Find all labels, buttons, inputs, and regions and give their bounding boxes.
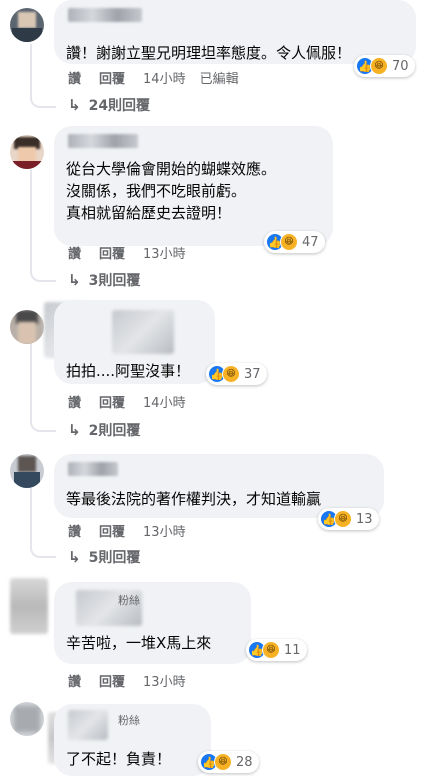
reaction-count: 47: [302, 234, 319, 250]
replies-count: 2則回覆: [88, 423, 141, 439]
reply-button[interactable]: 回覆: [99, 392, 125, 411]
reaction-summary[interactable]: 👍 😆 13: [318, 508, 379, 530]
comment-bubble: 粉絲 了不起！負責！: [54, 704, 211, 776]
thread-connector: [30, 544, 56, 558]
avatar[interactable]: [10, 135, 44, 169]
avatar[interactable]: [10, 310, 44, 344]
reaction-count: 28: [236, 754, 253, 770]
reaction-summary[interactable]: 👍 😆 28: [198, 751, 259, 773]
reply-arrow-icon: ↳: [68, 421, 81, 439]
timestamp[interactable]: 13小時: [143, 671, 186, 690]
avatar[interactable]: [10, 8, 44, 42]
reaction-summary[interactable]: 👍 😆 11: [246, 639, 307, 661]
view-replies-link[interactable]: ↳ 5則回覆: [68, 547, 140, 567]
reply-arrow-icon: ↳: [68, 271, 81, 289]
comment-text: 讚！謝謝立聖兄明理坦率態度。令人佩服！: [66, 44, 352, 62]
like-button[interactable]: 讚: [68, 68, 81, 87]
like-button[interactable]: 讚: [68, 392, 81, 411]
comment-text: 真相就留給歷史去證明！: [66, 204, 232, 222]
like-button[interactable]: 讚: [68, 521, 81, 540]
like-button[interactable]: 讚: [68, 671, 81, 690]
edited-label[interactable]: 已編輯: [200, 68, 239, 87]
commenter-name[interactable]: [68, 8, 142, 22]
avatar[interactable]: [10, 578, 48, 634]
reaction-count: 70: [392, 58, 409, 74]
timestamp[interactable]: 14小時: [143, 392, 186, 411]
comment-text: 沒關係，我們不吃眼前虧。: [66, 182, 247, 200]
reaction-count: 37: [244, 366, 261, 382]
reply-button[interactable]: 回覆: [99, 521, 125, 540]
laughing-face-icon: 😆: [262, 641, 280, 659]
comment-bubble: 拍拍....阿聖沒事！: [54, 300, 215, 384]
comment-actions: 讚 回覆 13小時: [68, 243, 200, 262]
view-replies-link[interactable]: ↳ 3則回覆: [68, 270, 140, 290]
comment-actions: 讚 回覆 13小時: [68, 671, 200, 690]
timestamp[interactable]: 13小時: [143, 243, 186, 262]
timestamp[interactable]: 13小時: [143, 521, 186, 540]
reaction-summary[interactable]: 👍 😆 37: [206, 363, 267, 385]
thread-line: [30, 44, 32, 100]
thread-line: [30, 340, 32, 424]
replies-count: 3則回覆: [88, 273, 141, 289]
thread-line: [30, 488, 32, 550]
comment-text: 等最後法院的著作權判決，才知道輸贏: [66, 490, 322, 508]
comment-text: 從台大學倫會開始的蝴蝶效應。: [66, 160, 277, 178]
reaction-count: 13: [356, 511, 373, 527]
reaction-summary[interactable]: 👍 😆 70: [354, 55, 415, 77]
comment-actions: 讚 回覆 14小時: [68, 392, 200, 411]
replies-count: 24則回覆: [88, 98, 151, 114]
like-button[interactable]: 讚: [68, 243, 81, 262]
fan-badge: 粉絲: [118, 714, 140, 727]
avatar[interactable]: [10, 702, 44, 736]
commenter-name[interactable]: [68, 134, 138, 148]
comment-actions: 讚 回覆 14小時 已編輯: [68, 68, 239, 87]
laughing-face-icon: 😆: [334, 510, 352, 528]
timestamp[interactable]: 14小時: [143, 68, 186, 87]
reply-arrow-icon: ↳: [68, 96, 81, 114]
avatar[interactable]: [10, 454, 44, 488]
reply-button[interactable]: 回覆: [99, 671, 125, 690]
view-replies-link[interactable]: ↳ 24則回覆: [68, 95, 150, 115]
reply-button[interactable]: 回覆: [99, 243, 125, 262]
fan-badge: 粉絲: [118, 594, 140, 607]
comment-text: 辛苦啦，一堆X馬上來: [66, 634, 212, 652]
reply-button[interactable]: 回覆: [99, 68, 125, 87]
reply-arrow-icon: ↳: [68, 548, 81, 566]
thread-connector: [30, 268, 56, 282]
laughing-face-icon: 😆: [222, 365, 240, 383]
comment-bubble: 從台大學倫會開始的蝴蝶效應。 沒關係，我們不吃眼前虧。 真相就留給歷史去證明！: [54, 126, 333, 246]
laughing-face-icon: 😆: [214, 753, 232, 771]
comment-actions: 讚 回覆 13小時: [68, 521, 200, 540]
comment-text: 拍拍....阿聖沒事！: [66, 362, 191, 380]
commenter-name[interactable]: [68, 462, 118, 476]
laughing-face-icon: 😆: [280, 233, 298, 251]
laughing-face-icon: 😆: [370, 57, 388, 75]
thread-connector: [30, 94, 56, 108]
thread-line: [30, 170, 32, 274]
reaction-count: 11: [284, 642, 301, 658]
thread-connector: [30, 418, 56, 432]
comment-text: 了不起！負責！: [66, 750, 172, 768]
comment-bubble: 粉絲 辛苦啦，一堆X馬上來: [54, 582, 251, 664]
reaction-summary[interactable]: 👍 😆 47: [264, 231, 325, 253]
view-replies-link[interactable]: ↳ 2則回覆: [68, 420, 140, 440]
replies-count: 5則回覆: [88, 550, 141, 566]
